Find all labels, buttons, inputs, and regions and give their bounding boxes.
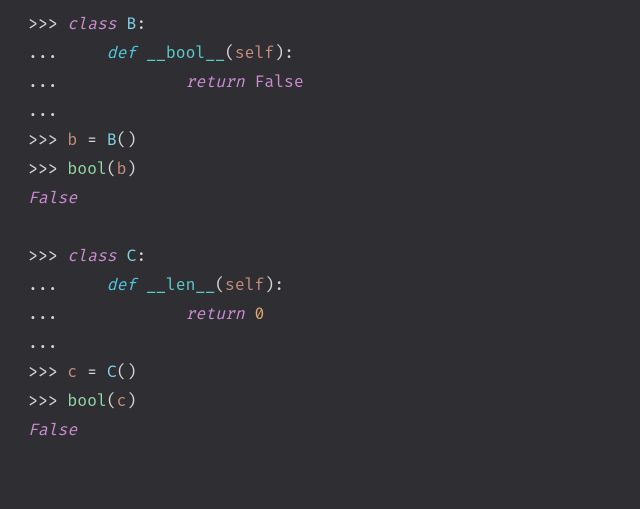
cont-prompt: ... xyxy=(28,333,58,353)
cont-prompt: ... xyxy=(28,72,58,92)
keyword-class: class xyxy=(67,14,116,34)
output-false: False xyxy=(28,188,77,208)
repl-line: >>> bool(c) xyxy=(28,391,136,411)
var-b: b xyxy=(67,130,77,150)
equals: = xyxy=(87,362,97,382)
primary-prompt: >>> xyxy=(28,246,58,266)
keyword-def: def xyxy=(107,275,137,295)
var-c: c xyxy=(67,362,77,382)
primary-prompt: >>> xyxy=(28,130,58,150)
repl-line: ... xyxy=(28,101,58,121)
lparen: ( xyxy=(117,130,127,150)
colon: : xyxy=(274,275,284,295)
primary-prompt: >>> xyxy=(28,362,58,382)
lparen: ( xyxy=(117,362,127,382)
colon: : xyxy=(136,246,146,266)
method-name: __bool__ xyxy=(146,43,225,63)
lparen: ( xyxy=(215,275,225,295)
param-self: self xyxy=(225,275,264,295)
repl-line: ... def __len__(self): xyxy=(28,275,284,295)
repl-line: ... return 0 xyxy=(28,304,264,324)
builtin-bool: bool xyxy=(67,391,106,411)
primary-prompt: >>> xyxy=(28,391,58,411)
rparen: ) xyxy=(274,43,284,63)
rparen: ) xyxy=(127,362,137,382)
cont-prompt: ... xyxy=(28,275,58,295)
repl-line: >>> b = B() xyxy=(28,130,136,150)
var-b: b xyxy=(117,159,127,179)
colon: : xyxy=(284,43,294,63)
var-c: c xyxy=(117,391,127,411)
rparen: ) xyxy=(127,130,137,150)
rparen: ) xyxy=(264,275,274,295)
class-name: B xyxy=(127,14,137,34)
rparen: ) xyxy=(127,159,137,179)
rparen: ) xyxy=(127,391,137,411)
class-name: C xyxy=(127,246,137,266)
class-name: B xyxy=(107,130,117,150)
lparen: ( xyxy=(225,43,235,63)
repl-line: ... return False xyxy=(28,72,304,92)
number-zero: 0 xyxy=(255,304,265,324)
repl-line: >>> class C: xyxy=(28,246,146,266)
keyword-class: class xyxy=(67,246,116,266)
lparen: ( xyxy=(107,159,117,179)
keyword-return: return xyxy=(186,72,245,92)
lparen: ( xyxy=(107,391,117,411)
const-false: False xyxy=(255,72,304,92)
param-self: self xyxy=(235,43,274,63)
primary-prompt: >>> xyxy=(28,14,58,34)
cont-prompt: ... xyxy=(28,304,58,324)
repl-output: False xyxy=(28,188,77,208)
method-name: __len__ xyxy=(146,275,215,295)
repl-line: >>> class B: xyxy=(28,14,146,34)
repl-line: ... xyxy=(28,333,58,353)
colon: : xyxy=(136,14,146,34)
repl-line: >>> bool(b) xyxy=(28,159,136,179)
blank-line xyxy=(28,217,38,237)
cont-prompt: ... xyxy=(28,101,58,121)
keyword-return: return xyxy=(186,304,245,324)
output-false: False xyxy=(28,420,77,440)
class-name: C xyxy=(107,362,117,382)
repl-output: False xyxy=(28,420,77,440)
cont-prompt: ... xyxy=(28,43,58,63)
primary-prompt: >>> xyxy=(28,159,58,179)
equals: = xyxy=(87,130,97,150)
python-repl-session: >>> class B: ... def __bool__(self): ...… xyxy=(0,0,640,455)
builtin-bool: bool xyxy=(67,159,106,179)
repl-line: >>> c = C() xyxy=(28,362,136,382)
repl-line: ... def __bool__(self): xyxy=(28,43,294,63)
keyword-def: def xyxy=(107,43,137,63)
